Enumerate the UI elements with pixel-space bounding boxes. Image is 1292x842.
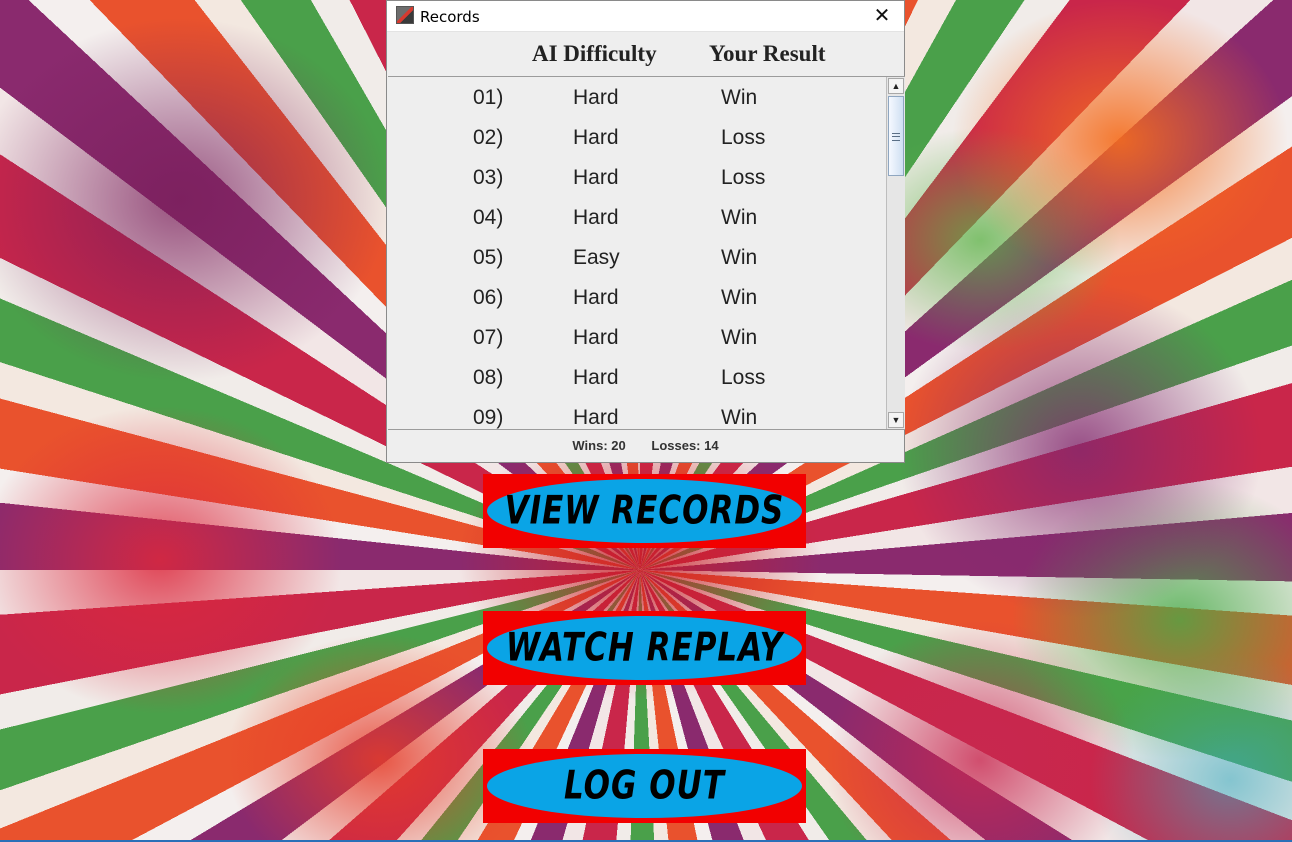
scroll-thumb[interactable] bbox=[888, 96, 904, 176]
column-headers: AI Difficulty Your Result bbox=[387, 32, 904, 75]
record-difficulty: Hard bbox=[573, 326, 619, 349]
record-number: 06) bbox=[473, 286, 504, 309]
record-number: 07) bbox=[473, 326, 504, 349]
record-result: Loss bbox=[721, 166, 766, 189]
record-number: 05) bbox=[473, 246, 504, 269]
app-icon bbox=[396, 6, 414, 24]
record-row: 06) Hard Win bbox=[388, 277, 885, 317]
record-row: 03) Hard Loss bbox=[388, 157, 885, 197]
record-difficulty: Hard bbox=[573, 166, 619, 189]
record-number: 01) bbox=[473, 86, 504, 109]
record-number: 03) bbox=[473, 166, 504, 189]
header-your-result: Your Result bbox=[709, 41, 826, 66]
wins-count: Wins: 20 bbox=[572, 438, 626, 453]
record-number: 04) bbox=[473, 206, 504, 229]
record-result: Win bbox=[721, 86, 758, 109]
record-difficulty: Easy bbox=[573, 246, 620, 269]
record-result: Win bbox=[721, 286, 758, 309]
log-out-button[interactable]: LOG OUT bbox=[483, 749, 806, 823]
scroll-grip-icon bbox=[892, 133, 900, 141]
record-row: 08) Hard Loss bbox=[388, 357, 885, 397]
record-result: Win bbox=[721, 326, 758, 349]
record-row: 05) Easy Win bbox=[388, 237, 885, 277]
record-result: Loss bbox=[721, 126, 766, 149]
record-row: 07) Hard Win bbox=[388, 317, 885, 357]
watch-replay-label: WATCH REPLAY bbox=[505, 625, 784, 671]
record-difficulty: Hard bbox=[573, 286, 619, 309]
title-bar[interactable]: Records ✕ bbox=[387, 1, 904, 32]
record-difficulty: Hard bbox=[573, 126, 619, 149]
records-dialog: Records ✕ AI Difficulty Your Result 01) … bbox=[386, 0, 905, 463]
header-ai-difficulty: AI Difficulty bbox=[532, 41, 657, 66]
record-result: Win bbox=[721, 246, 758, 269]
log-out-label: LOG OUT bbox=[564, 763, 725, 809]
losses-count: Losses: 14 bbox=[651, 438, 719, 453]
log-out-pill: LOG OUT bbox=[487, 754, 802, 818]
scroll-up-icon[interactable]: ▲ bbox=[888, 78, 904, 94]
dialog-title: Records bbox=[420, 8, 480, 26]
close-icon[interactable]: ✕ bbox=[860, 1, 904, 31]
view-records-label: VIEW RECORDS bbox=[504, 488, 785, 534]
watch-replay-button[interactable]: WATCH REPLAY bbox=[483, 611, 806, 685]
record-difficulty: Hard bbox=[573, 366, 619, 389]
record-number: 02) bbox=[473, 126, 504, 149]
scroll-down-icon[interactable]: ▼ bbox=[888, 412, 904, 428]
record-difficulty: Hard bbox=[573, 86, 619, 109]
records-rows: 01) Hard Win 02) Hard Loss 03) Hard Loss… bbox=[388, 77, 885, 429]
view-records-button[interactable]: VIEW RECORDS bbox=[483, 474, 806, 548]
record-row: 04) Hard Win bbox=[388, 197, 885, 237]
record-number: 09) bbox=[473, 406, 504, 429]
record-row: 09) Hard Win bbox=[388, 397, 885, 429]
record-difficulty: Hard bbox=[573, 406, 619, 429]
record-result: Win bbox=[721, 206, 758, 229]
record-summary: Wins: 20 Losses: 14 bbox=[387, 430, 904, 462]
records-list[interactable]: 01) Hard Win 02) Hard Loss 03) Hard Loss… bbox=[388, 76, 905, 430]
record-difficulty: Hard bbox=[573, 206, 619, 229]
view-records-pill: VIEW RECORDS bbox=[487, 479, 802, 543]
vertical-scrollbar[interactable]: ▲ ▼ bbox=[886, 77, 905, 429]
record-row: 01) Hard Win bbox=[388, 77, 885, 117]
record-result: Win bbox=[721, 406, 758, 429]
record-row: 02) Hard Loss bbox=[388, 117, 885, 157]
watch-replay-pill: WATCH REPLAY bbox=[487, 616, 802, 680]
record-number: 08) bbox=[473, 366, 504, 389]
record-result: Loss bbox=[721, 366, 766, 389]
